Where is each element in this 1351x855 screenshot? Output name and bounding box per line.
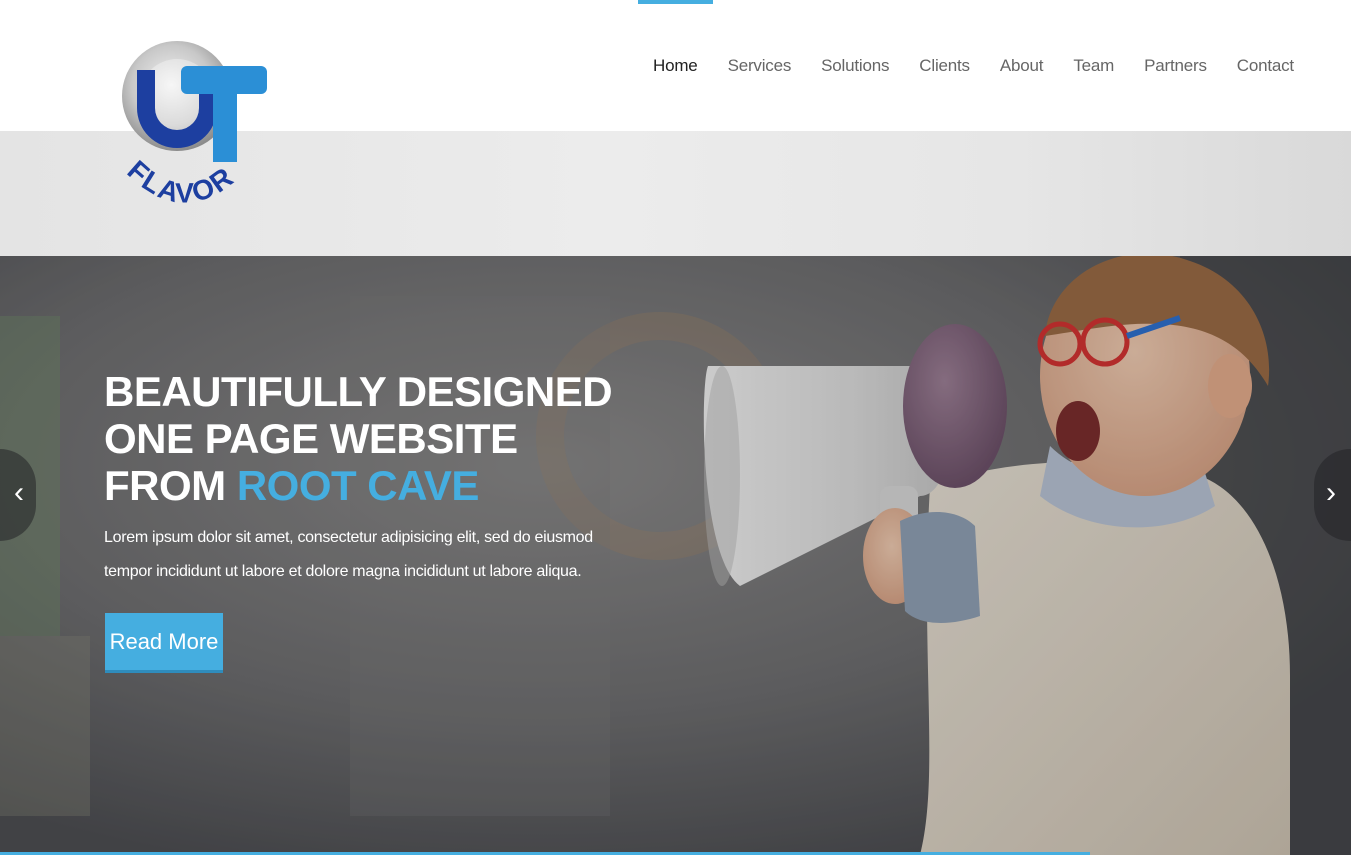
- nav-item-about[interactable]: About: [985, 0, 1058, 131]
- site-logo[interactable]: FLAVOR UT: [115, 30, 275, 225]
- nav-label: Home: [653, 55, 698, 75]
- nav-item-clients[interactable]: Clients: [904, 0, 985, 131]
- hero-title-accent: ROOT CAVE: [236, 462, 480, 509]
- nav-label: Team: [1073, 55, 1115, 75]
- svg-text:FLAVOR: FLAVOR: [122, 154, 240, 208]
- nav-label: Contact: [1236, 55, 1294, 75]
- nav-item-partners[interactable]: Partners: [1129, 0, 1222, 131]
- logo-mark: FLAVOR UT: [122, 41, 267, 209]
- nav-item-solutions[interactable]: Solutions: [806, 0, 904, 131]
- nav-label: Solutions: [821, 55, 890, 75]
- hero-description: Lorem ipsum dolor sit amet, consectetur …: [104, 529, 593, 580]
- read-more-button[interactable]: Read More: [105, 613, 223, 673]
- logo-tagline: FLAVOR: [122, 154, 238, 208]
- nav-label: Clients: [919, 55, 970, 75]
- nav-item-team[interactable]: Team: [1058, 0, 1129, 131]
- nav-item-services[interactable]: Services: [713, 0, 807, 131]
- chevron-right-icon: ›: [1326, 476, 1336, 509]
- nav-label: About: [999, 55, 1044, 75]
- chevron-left-icon: ‹: [14, 476, 24, 509]
- hero-slider: BEAUTIFULLY DESIGNED ONE PAGE WEBSITE FR…: [0, 256, 1351, 855]
- main-nav: Home Services Solutions Clients About Te…: [638, 0, 1309, 131]
- nav-item-home[interactable]: Home: [638, 0, 713, 131]
- nav-label: Services: [727, 55, 792, 75]
- nav-label: Partners: [1144, 55, 1207, 75]
- hero-title: BEAUTIFULLY DESIGNED ONE PAGE WEBSITE FR…: [104, 368, 644, 509]
- nav-item-contact[interactable]: Contact: [1222, 0, 1309, 131]
